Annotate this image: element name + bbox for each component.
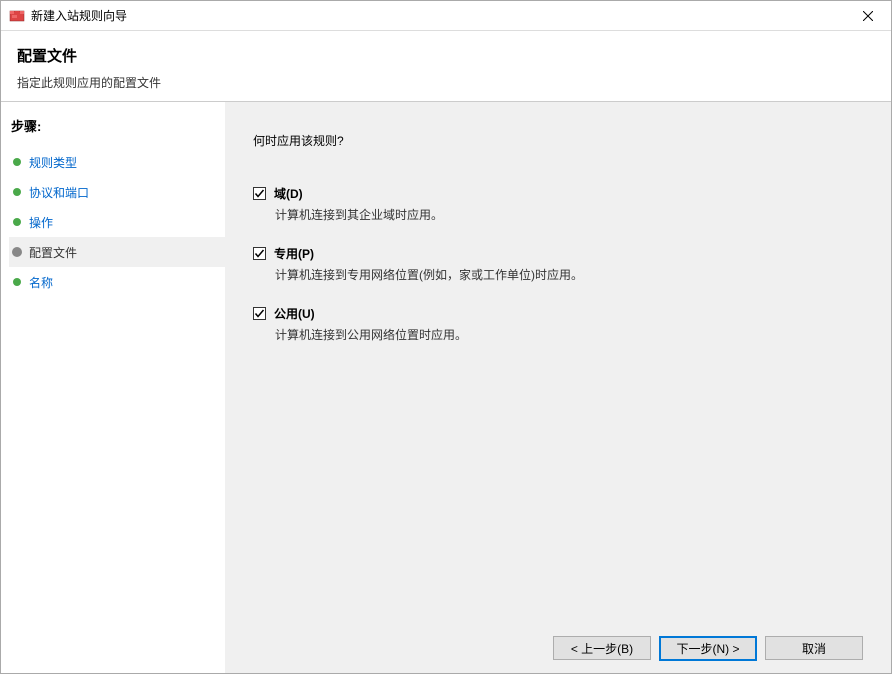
step-item-2[interactable]: 操作 xyxy=(9,207,225,237)
body: 步骤: 规则类型协议和端口操作配置文件名称 何时应用该规则? 域(D) 计算机连接… xyxy=(1,101,891,673)
step-item-4[interactable]: 名称 xyxy=(9,267,225,297)
profile-option-0: 域(D) 计算机连接到其企业域时应用。 xyxy=(253,185,863,223)
titlebar: 新建入站规则向导 xyxy=(1,1,891,31)
step-item-0[interactable]: 规则类型 xyxy=(9,147,225,177)
step-label: 名称 xyxy=(29,274,53,291)
content-pane: 何时应用该规则? 域(D) 计算机连接到其企业域时应用。专用(P) 计算机连接到专用… xyxy=(225,102,891,673)
checkbox[interactable] xyxy=(253,307,266,320)
step-bullet-icon xyxy=(13,158,21,166)
checkbox[interactable] xyxy=(253,187,266,200)
next-button[interactable]: 下一步(N) > xyxy=(659,636,757,661)
question-text: 何时应用该规则? xyxy=(253,132,863,149)
back-button[interactable]: < 上一步(B) xyxy=(553,636,651,660)
checkbox-line: 专用(P) xyxy=(253,245,863,262)
step-label: 协议和端口 xyxy=(29,184,89,201)
step-bullet-icon xyxy=(13,248,21,256)
profile-option-1: 专用(P) 计算机连接到专用网络位置(例如，家或工作单位)时应用。 xyxy=(253,245,863,283)
step-bullet-icon xyxy=(13,218,21,226)
profile-option-2: 公用(U) 计算机连接到公用网络位置时应用。 xyxy=(253,305,863,343)
step-bullet-icon xyxy=(13,188,21,196)
content-body: 何时应用该规则? 域(D) 计算机连接到其企业域时应用。专用(P) 计算机连接到专用… xyxy=(253,132,863,624)
header: 配置文件 指定此规则应用的配置文件 xyxy=(1,31,891,101)
step-bullet-icon xyxy=(13,278,21,286)
step-label: 操作 xyxy=(29,214,53,231)
checkbox-line: 公用(U) xyxy=(253,305,863,322)
page-title: 配置文件 xyxy=(17,45,875,66)
checkbox-description: 计算机连接到公用网络位置时应用。 xyxy=(275,326,863,343)
steps-heading: 步骤: xyxy=(11,116,225,135)
checkbox[interactable] xyxy=(253,247,266,260)
step-label: 规则类型 xyxy=(29,154,77,171)
window-title: 新建入站规则向导 xyxy=(31,7,845,24)
checkbox-label: 专用(P) xyxy=(274,245,314,262)
step-item-1[interactable]: 协议和端口 xyxy=(9,177,225,207)
firewall-icon xyxy=(9,8,25,24)
step-label: 配置文件 xyxy=(29,244,77,261)
checkbox-description: 计算机连接到专用网络位置(例如，家或工作单位)时应用。 xyxy=(275,266,863,283)
checkbox-line: 域(D) xyxy=(253,185,863,202)
sidebar: 步骤: 规则类型协议和端口操作配置文件名称 xyxy=(1,102,225,673)
page-subtitle: 指定此规则应用的配置文件 xyxy=(17,74,875,91)
checkbox-label: 域(D) xyxy=(274,185,303,202)
button-row: < 上一步(B) 下一步(N) > 取消 xyxy=(253,624,863,661)
cancel-button[interactable]: 取消 xyxy=(765,636,863,660)
step-item-3[interactable]: 配置文件 xyxy=(9,237,225,267)
checkbox-description: 计算机连接到其企业域时应用。 xyxy=(275,206,863,223)
close-button[interactable] xyxy=(845,1,891,31)
checkbox-label: 公用(U) xyxy=(274,305,315,322)
